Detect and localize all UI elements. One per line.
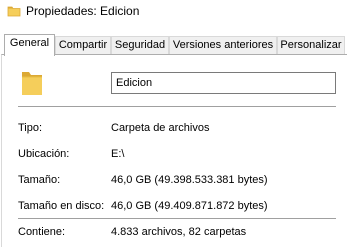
tab-personalizar[interactable]: Personalizar	[277, 36, 345, 54]
size-on-disk-value: 46,0 GB (49.409.871.872 bytes)	[111, 200, 268, 212]
tab-general[interactable]: General	[4, 34, 55, 56]
type-value: Carpeta de archivos	[111, 122, 210, 134]
window-title: Propiedades: Edicion	[26, 4, 140, 18]
tab-seguridad[interactable]: Seguridad	[111, 36, 169, 54]
properties-window: Propiedades: Edicion General Compartir S…	[0, 0, 348, 247]
size-label: Tamaño:	[18, 174, 61, 186]
folder-name-input[interactable]	[111, 72, 336, 94]
size-value: 46,0 GB (49.398.533.381 bytes)	[111, 174, 268, 186]
folder-icon	[7, 6, 21, 17]
contains-value: 4.833 archivos, 82 carpetas	[111, 226, 247, 238]
location-label: Ubicación:	[18, 148, 70, 160]
location-value: E:\	[111, 148, 125, 160]
tab-compartir[interactable]: Compartir	[55, 36, 111, 54]
divider	[18, 106, 336, 107]
divider	[18, 218, 336, 219]
contains-label: Contiene:	[18, 226, 66, 238]
size-on-disk-label: Tamaño en disco:	[18, 200, 105, 212]
type-label: Tipo:	[18, 122, 43, 134]
folder-icon	[22, 72, 42, 95]
tab-strip: General Compartir Seguridad Versiones an…	[0, 34, 348, 56]
tab-versiones-anteriores[interactable]: Versiones anteriores	[169, 36, 277, 54]
title-bar: Propiedades: Edicion	[0, 0, 348, 28]
